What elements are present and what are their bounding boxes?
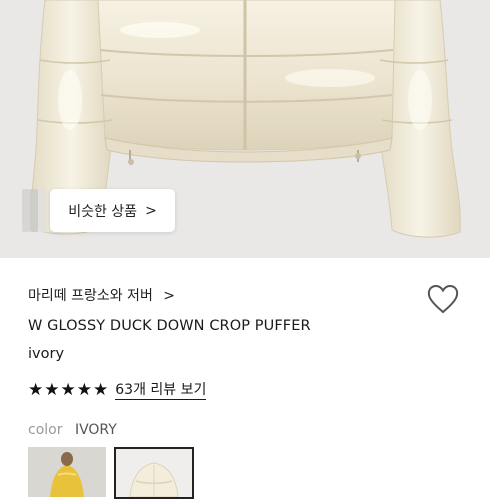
star-icon: ★ — [60, 380, 76, 400]
rating-row: ★ ★ ★ ★ ★ 63개 리뷰 보기 — [28, 380, 207, 400]
chevron-right-icon: > — [145, 202, 157, 219]
rating-stars: ★ ★ ★ ★ ★ — [28, 380, 109, 400]
color-row: color IVORY — [28, 422, 117, 438]
brand-link[interactable]: 마리떼 프랑소와 저버 > — [28, 285, 175, 305]
product-variant: ivory — [28, 346, 65, 362]
star-icon: ★ — [93, 380, 109, 400]
product-hero-image[interactable]: 비슷한 상품 > — [0, 0, 490, 258]
brand-name: 마리떼 프랑소와 저버 — [28, 288, 153, 304]
color-swatch-ivory[interactable] — [114, 447, 194, 499]
image-thumbnail-stack — [22, 189, 52, 232]
similar-products-label: 비슷한 상품 — [68, 203, 138, 220]
similar-products-button[interactable]: 비슷한 상품 > — [50, 189, 175, 232]
heart-icon[interactable] — [426, 283, 460, 315]
product-title: W GLOSSY DUCK DOWN CROP PUFFER — [28, 318, 311, 334]
star-icon: ★ — [28, 380, 44, 400]
star-icon: ★ — [44, 380, 60, 400]
star-icon: ★ — [76, 380, 92, 400]
color-label: color — [28, 422, 63, 438]
reviews-link[interactable]: 63개 리뷰 보기 — [115, 381, 207, 400]
chevron-right-icon: > — [163, 288, 176, 304]
color-value: IVORY — [74, 422, 117, 438]
